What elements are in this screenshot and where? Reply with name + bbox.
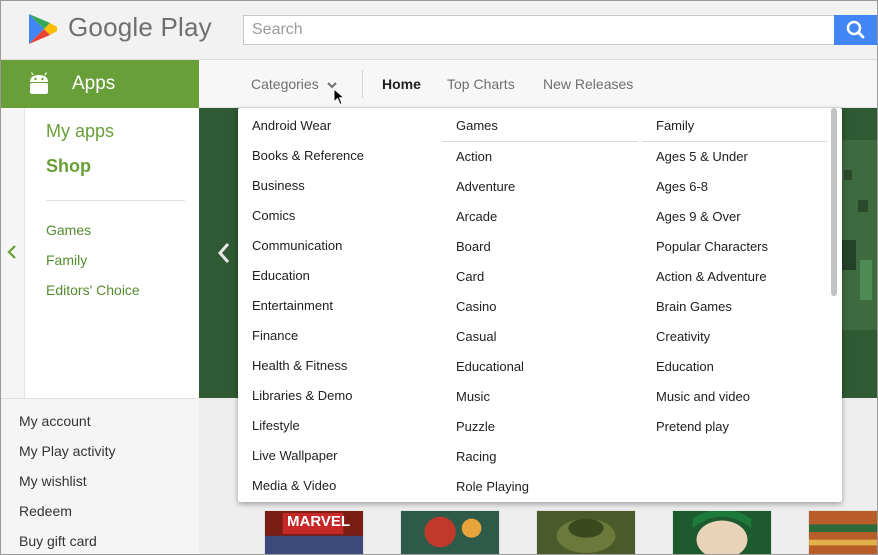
category-item[interactable]: Popular Characters [656, 239, 768, 254]
category-header-divider [442, 141, 638, 142]
chevron-left-icon[interactable] [3, 243, 21, 261]
category-item[interactable]: Brain Games [656, 299, 732, 314]
category-item[interactable]: Health & Fitness [252, 358, 347, 373]
category-item[interactable]: Educational [456, 359, 524, 374]
category-item[interactable]: Libraries & Demo [252, 388, 352, 403]
category-item[interactable]: Comics [252, 208, 295, 223]
category-item[interactable]: Ages 5 & Under [656, 149, 748, 164]
app-card[interactable] [672, 510, 772, 555]
mouse-cursor-icon [333, 88, 345, 106]
category-item[interactable]: Ages 9 & Over [656, 209, 741, 224]
search-button[interactable] [834, 15, 878, 45]
apps-section-label[interactable]: Apps [72, 73, 115, 95]
category-item[interactable]: Casual [456, 329, 496, 344]
category-item[interactable]: Ages 6-8 [656, 179, 708, 194]
search-icon [846, 20, 865, 39]
category-item[interactable]: Arcade [456, 209, 497, 224]
sidebar-item-games[interactable]: Games [46, 222, 91, 238]
category-item[interactable]: Racing [456, 449, 496, 464]
category-header-family[interactable]: Family [656, 118, 694, 133]
sidebar-item-family[interactable]: Family [46, 252, 87, 268]
category-item[interactable]: Casino [456, 299, 496, 314]
category-item[interactable]: Live Wallpaper [252, 448, 338, 463]
category-item[interactable]: Action & Adventure [656, 269, 767, 284]
redeem-link[interactable]: Redeem [19, 503, 72, 519]
shop-link[interactable]: Shop [46, 156, 91, 177]
app-card-image [809, 511, 877, 554]
banner-artwork [838, 140, 878, 330]
category-item[interactable]: Card [456, 269, 484, 284]
category-item[interactable]: Media & Video [252, 478, 336, 493]
category-item[interactable]: Board [456, 239, 491, 254]
nav-divider [362, 70, 363, 98]
tab-new-releases[interactable]: New Releases [543, 76, 633, 92]
categories-button[interactable]: Categories [251, 76, 319, 92]
app-card-image [673, 511, 771, 554]
app-card-image [537, 511, 635, 554]
category-item[interactable]: Pretend play [656, 419, 729, 434]
my-play-activity-link[interactable]: My Play activity [19, 443, 115, 459]
my-wishlist-link[interactable]: My wishlist [19, 473, 87, 489]
my-apps-link[interactable]: My apps [46, 121, 114, 142]
category-item[interactable]: Action [456, 149, 492, 164]
google-play-logo-icon[interactable] [26, 12, 60, 46]
category-header-divider [642, 141, 827, 142]
app-card[interactable] [536, 510, 636, 555]
android-icon [30, 72, 48, 94]
app-card[interactable] [808, 510, 878, 555]
category-header-games[interactable]: Games [456, 118, 498, 133]
chevron-left-icon[interactable] [214, 240, 234, 266]
buy-gift-card-link[interactable]: Buy gift card [19, 533, 97, 549]
category-item[interactable]: Creativity [656, 329, 710, 344]
sidebar-item-editors-choice[interactable]: Editors' Choice [46, 282, 140, 298]
google-play-logo-text[interactable]: Google Play [68, 12, 212, 43]
tab-top-charts[interactable]: Top Charts [447, 76, 515, 92]
category-item[interactable]: Finance [252, 328, 298, 343]
category-item[interactable]: Business [252, 178, 305, 193]
category-item[interactable]: Role Playing [456, 479, 529, 494]
category-item[interactable]: Lifestyle [252, 418, 300, 433]
tab-home[interactable]: Home [382, 76, 421, 92]
category-item[interactable]: Books & Reference [252, 148, 364, 163]
left-nav-panel [0, 108, 199, 398]
app-card-logo-text: MARVEL [287, 513, 351, 530]
left-nav-divider [46, 200, 185, 201]
search-input[interactable] [243, 15, 835, 45]
dropdown-scrollbar[interactable] [831, 108, 837, 296]
category-item[interactable]: Entertainment [252, 298, 333, 313]
my-account-link[interactable]: My account [19, 413, 91, 429]
category-item[interactable]: Communication [252, 238, 342, 253]
category-item[interactable]: Education [656, 359, 714, 374]
category-item[interactable]: Adventure [456, 179, 515, 194]
category-item[interactable]: Music and video [656, 389, 750, 404]
app-card-image [401, 511, 499, 554]
category-item[interactable]: Puzzle [456, 419, 495, 434]
category-item[interactable]: Android Wear [252, 118, 331, 133]
category-item[interactable]: Education [252, 268, 310, 283]
app-card[interactable] [400, 510, 500, 555]
category-item[interactable]: Music [456, 389, 490, 404]
